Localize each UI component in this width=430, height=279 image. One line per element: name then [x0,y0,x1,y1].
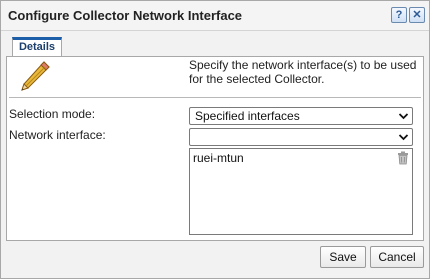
details-panel: Specify the network interface(s) to be u… [6,57,424,241]
dialog-title: Configure Collector Network Interface [8,8,243,23]
help-icon: ? [395,8,403,21]
tab-details[interactable]: Details [12,37,62,56]
pencil-icon [21,61,50,91]
selection-mode-value: Specified interfaces [195,109,300,123]
close-icon: ✕ [412,8,422,21]
interface-name: ruei-mtun [193,151,244,165]
configure-collector-dialog: Configure Collector Network Interface ? … [0,0,430,279]
dialog-titlebar[interactable]: Configure Collector Network Interface ? … [1,1,429,31]
separator [9,97,421,98]
interface-list[interactable]: ruei-mtun [189,148,413,235]
cancel-button[interactable]: Cancel [370,246,424,268]
selection-mode-select[interactable]: Specified interfaces [189,107,413,125]
save-button-label: Save [329,250,357,264]
chevron-down-icon [398,134,409,141]
intro-text: Specify the network interface(s) to be u… [189,58,417,86]
help-button[interactable]: ? [391,7,407,23]
list-item[interactable]: ruei-mtun [191,150,411,166]
network-interface-select[interactable] [189,128,413,146]
chevron-down-icon [398,113,409,120]
cancel-button-label: Cancel [378,250,416,264]
selection-mode-label: Selection mode: [9,107,96,121]
close-button[interactable]: ✕ [409,7,425,23]
tab-strip: Details [6,35,424,57]
save-button[interactable]: Save [320,246,366,268]
trash-icon[interactable] [397,151,409,165]
network-interface-label: Network interface: [9,128,106,142]
tab-details-label: Details [18,41,56,53]
